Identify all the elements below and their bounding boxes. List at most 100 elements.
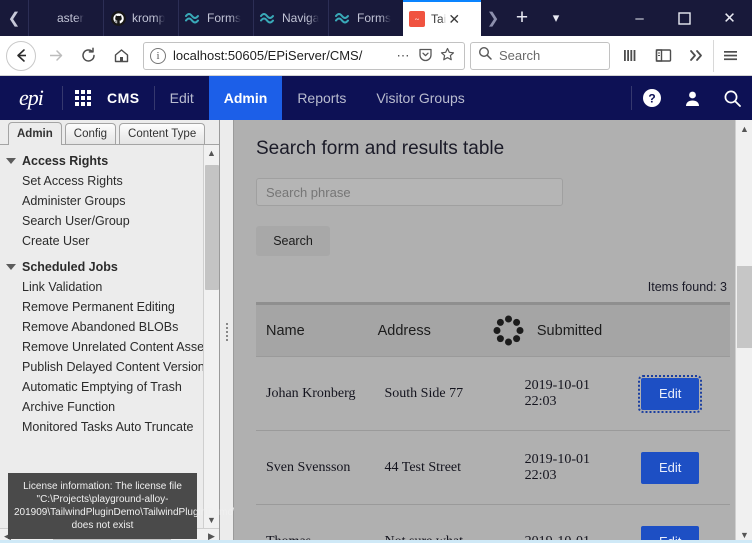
tree-item-archive-function[interactable]: Archive Function xyxy=(0,397,203,417)
episerver-wave-icon xyxy=(260,10,276,26)
scrollbar-thumb[interactable] xyxy=(204,165,219,290)
browser-tab[interactable]: Naviga xyxy=(253,0,328,36)
sidebar-vertical-scrollbar[interactable]: ▲ ▼ xyxy=(203,145,219,528)
maximize-button[interactable] xyxy=(662,0,707,36)
episerver-logo[interactable]: epi xyxy=(0,76,62,120)
table-row: Sven Svensson 44 Test Street 2019-10-01 … xyxy=(256,431,730,505)
sidebar-tab-content-type[interactable]: Content Type xyxy=(119,123,206,144)
table-row: Johan Kronberg South Side 77 2019-10-01 … xyxy=(256,357,730,431)
edit-button[interactable]: Edit xyxy=(641,451,700,484)
search-input[interactable] xyxy=(256,178,563,206)
scroll-up-icon[interactable]: ▲ xyxy=(204,145,220,161)
cell-submitted: 2019-10-01 22:03 xyxy=(524,451,590,483)
chevron-down-icon[interactable]: ▾ xyxy=(539,0,573,36)
browser-tab-active[interactable]: ~ Tai ✕ xyxy=(403,0,481,36)
browser-tab[interactable]: aster xyxy=(28,0,103,36)
scrollbar-thumb[interactable] xyxy=(737,266,752,348)
tree-item-search-user-group[interactable]: Search User/Group xyxy=(0,211,203,231)
panel-splitter[interactable] xyxy=(220,120,234,543)
forward-arrow-icon xyxy=(39,40,72,72)
tree-item-monitored-tasks-auto-truncate[interactable]: Monitored Tasks Auto Truncate xyxy=(0,417,203,437)
site-info-icon[interactable]: i xyxy=(150,47,166,64)
cell-name: Johan Kronberg xyxy=(266,385,356,401)
table-header-row: Name Address Submitted xyxy=(256,305,730,357)
double-chevron-icon[interactable] xyxy=(680,40,713,72)
tree-item-publish-delayed-content-versions[interactable]: Publish Delayed Content Versions xyxy=(0,357,203,377)
tree-item-automatic-emptying-of-trash[interactable]: Automatic Emptying of Trash xyxy=(0,377,203,397)
sidebar-tab-admin[interactable]: Admin xyxy=(8,122,62,145)
browser-tab-bar: ❮ aster kromp Forms Naviga Forms ~ Tai ✕… xyxy=(0,0,752,36)
tree-item-remove-abandoned-blobs[interactable]: Remove Abandoned BLOBs xyxy=(0,317,203,337)
close-tab-icon[interactable]: ✕ xyxy=(448,11,460,28)
episerver-wave-icon xyxy=(335,10,351,26)
pocket-icon[interactable] xyxy=(414,47,436,65)
nav-item-visitor-groups[interactable]: Visitor Groups xyxy=(361,76,479,120)
reload-icon[interactable] xyxy=(72,40,105,72)
user-icon[interactable] xyxy=(672,76,712,120)
nav-item-reports[interactable]: Reports xyxy=(282,76,361,120)
tab-label: Forms xyxy=(357,11,391,25)
browser-tab[interactable]: Forms xyxy=(328,0,403,36)
cell-actions: Edit xyxy=(631,451,730,484)
column-header-name[interactable]: Name xyxy=(256,323,368,339)
nav-item-admin[interactable]: Admin xyxy=(208,76,283,120)
loading-spinner-icon xyxy=(493,315,524,346)
admin-workspace: Admin Config Content Type Access Rights … xyxy=(0,120,752,543)
tree-item-create-user[interactable]: Create User xyxy=(0,231,203,251)
table-row: Thomas Not sure what 2019-10-01 Edit xyxy=(256,505,730,543)
ellipsis-icon[interactable]: ⋯ xyxy=(392,48,414,64)
product-label: CMS xyxy=(107,90,140,106)
items-found-label: Items found: 3 xyxy=(647,280,727,294)
sidebar-tree-wrap: Access Rights Set Access Rights Administ… xyxy=(0,145,219,528)
sidebar-tab-strip: Admin Config Content Type xyxy=(0,120,219,145)
license-notice: License information: The license file "C… xyxy=(8,473,303,539)
search-icon[interactable] xyxy=(712,76,752,120)
browser-search-bar[interactable]: Search xyxy=(470,41,610,70)
browser-tab[interactable]: kromp xyxy=(103,0,178,36)
triangle-down-icon xyxy=(6,158,16,164)
tree-item-link-validation[interactable]: Link Validation xyxy=(0,277,203,297)
github-icon xyxy=(110,10,126,26)
star-icon[interactable] xyxy=(436,47,458,65)
edit-button[interactable]: Edit xyxy=(638,374,703,413)
tree-item-remove-permanent-editing[interactable]: Remove Permanent Editing xyxy=(0,297,203,317)
nav-item-edit[interactable]: Edit xyxy=(155,76,209,120)
close-window-button[interactable]: ✕ xyxy=(707,0,752,36)
help-icon[interactable]: ? xyxy=(632,76,672,120)
cell-name: Sven Svensson xyxy=(266,459,351,475)
scroll-tabs-left-icon[interactable]: ❮ xyxy=(0,0,28,36)
browser-navigation-bar: i localhost:50605/EPiServer/CMS/ ⋯ Searc… xyxy=(0,36,752,76)
library-icon[interactable] xyxy=(614,40,647,72)
app-grid-icon[interactable] xyxy=(63,76,103,120)
cell-submitted: 2019-10-01 22:03 xyxy=(524,377,590,409)
url-text: localhost:50605/EPiServer/CMS/ xyxy=(173,48,363,63)
splitter-grip-icon xyxy=(225,322,228,341)
scroll-up-icon[interactable]: ▲ xyxy=(736,120,752,137)
home-icon[interactable] xyxy=(105,40,138,72)
tree-group-access-rights[interactable]: Access Rights xyxy=(0,151,203,171)
browser-search-placeholder: Search xyxy=(499,48,541,63)
admin-tree: Access Rights Set Access Rights Administ… xyxy=(0,145,203,528)
tree-item-administer-groups[interactable]: Administer Groups xyxy=(0,191,203,211)
back-arrow-icon[interactable] xyxy=(6,40,36,71)
cell-address: South Side 77 xyxy=(384,385,464,401)
tree-item-set-access-rights[interactable]: Set Access Rights xyxy=(0,171,203,191)
browser-tab[interactable]: Forms xyxy=(178,0,253,36)
new-tab-button[interactable]: + xyxy=(505,0,539,36)
content-vertical-scrollbar[interactable]: ▲ ▼ xyxy=(735,120,752,543)
tree-group-label: Access Rights xyxy=(22,154,109,168)
tab-label: Tai xyxy=(431,12,447,26)
scrollbar-track[interactable] xyxy=(204,161,220,512)
sidebar-icon[interactable] xyxy=(647,40,680,72)
column-header-submitted[interactable]: Submitted xyxy=(527,323,637,339)
tree-item-remove-unrelated-content-asset[interactable]: Remove Unrelated Content Asset xyxy=(0,337,203,357)
search-button[interactable]: Search xyxy=(256,226,330,256)
scroll-tabs-right-icon[interactable]: ❯ xyxy=(481,0,505,36)
column-header-address[interactable]: Address xyxy=(368,323,500,339)
tree-group-scheduled-jobs[interactable]: Scheduled Jobs xyxy=(0,257,203,277)
minimize-button[interactable]: – xyxy=(617,0,662,36)
sidebar-tab-config[interactable]: Config xyxy=(64,123,117,144)
hamburger-menu-icon[interactable] xyxy=(713,39,746,72)
triangle-down-icon xyxy=(6,264,16,270)
url-bar[interactable]: i localhost:50605/EPiServer/CMS/ ⋯ xyxy=(143,41,465,70)
